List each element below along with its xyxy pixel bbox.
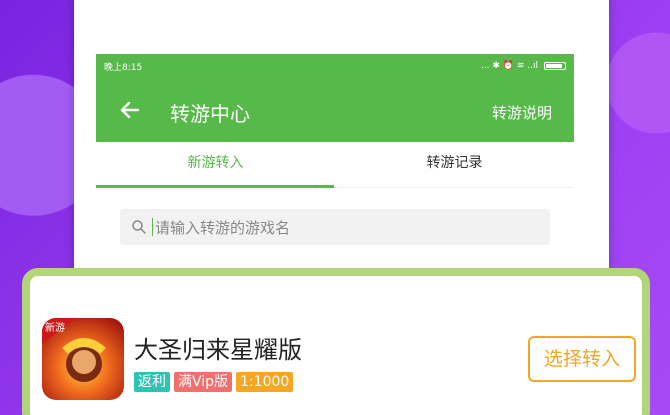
select-transfer-button[interactable]: 选择转入	[528, 336, 636, 382]
game-icon: 新游	[42, 318, 124, 400]
status-icons: ... ✱ ⏰ ≋ ..ıl	[481, 61, 566, 71]
search-icon	[132, 220, 146, 234]
vip-tag: 满Vip版	[174, 372, 233, 392]
status-bar: 晚上8:15 ... ✱ ⏰ ≋ ..ıl	[96, 54, 574, 78]
tab-new-game-transfer[interactable]: 新游转入	[96, 142, 335, 187]
rebate-tag: 返利	[134, 372, 170, 392]
status-time: 晚上8:15	[104, 62, 143, 73]
app-screen: 晚上8:15 ... ✱ ⏰ ≋ ..ıl 转游中心 转游说明 新游转入 转游记…	[96, 54, 574, 284]
battery-icon	[544, 62, 566, 70]
text-cursor	[152, 218, 153, 236]
instructions-link[interactable]: 转游说明	[492, 102, 552, 123]
tab-bar: 新游转入 转游记录	[96, 142, 574, 188]
tab-transfer-records[interactable]: 转游记录	[335, 142, 574, 187]
back-arrow-icon[interactable]	[118, 98, 142, 122]
search-input[interactable]: 请输入转游的游戏名	[120, 209, 550, 245]
page-title: 转游中心	[170, 102, 250, 126]
ratio-tag: 1:1000	[236, 372, 294, 392]
active-tab-indicator	[96, 185, 334, 188]
game-card: 新游 大圣归来星耀版 返利 满Vip版 1:1000 选择转入	[22, 268, 650, 415]
signal-icons: ... ✱ ⏰ ≋ ..ıl	[480, 61, 538, 71]
app-bar: 转游中心 转游说明	[96, 78, 574, 142]
new-game-badge: 新游	[45, 321, 65, 334]
search-placeholder: 请输入转游的游戏名	[155, 218, 291, 237]
game-tags: 返利 满Vip版 1:1000	[134, 372, 294, 392]
game-name: 大圣归来星耀版	[134, 336, 302, 364]
